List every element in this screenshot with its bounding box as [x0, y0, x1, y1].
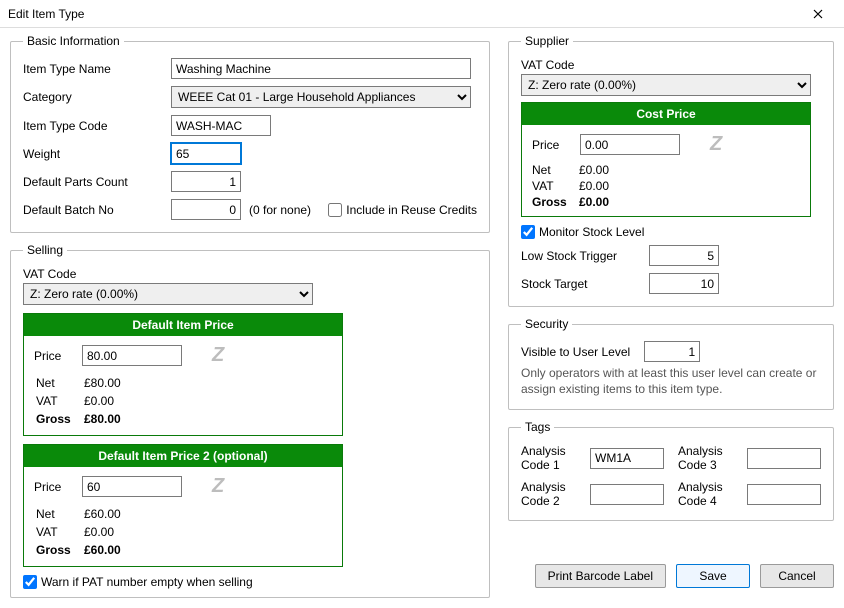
- supplier-vatcode-select[interactable]: Z: Zero rate (0.00%): [521, 74, 811, 96]
- price1-net-label: Net: [36, 375, 82, 391]
- window-title: Edit Item Type: [8, 7, 798, 21]
- cost-vat-label: VAT: [532, 178, 578, 194]
- price2-vat-label: VAT: [36, 524, 82, 540]
- cost-price-input[interactable]: [580, 134, 680, 155]
- price2-net-label: Net: [36, 506, 82, 522]
- warn-pat-label: Warn if PAT number empty when selling: [41, 575, 253, 589]
- window-close-button[interactable]: [798, 1, 838, 27]
- price2-vat-value: £0.00: [84, 524, 127, 540]
- print-barcode-label-button[interactable]: Print Barcode Label: [535, 564, 666, 588]
- stock-target-input[interactable]: [649, 273, 719, 294]
- cost-price-label: Price: [532, 138, 572, 152]
- monitor-stock-checkbox[interactable]: Monitor Stock Level: [521, 225, 821, 239]
- security-legend: Security: [521, 317, 572, 331]
- price2-price-label: Price: [34, 480, 74, 494]
- item-type-name-input[interactable]: [171, 58, 471, 79]
- cancel-button[interactable]: Cancel: [760, 564, 834, 588]
- default-item-price-panel: Default Item Price Price Z Net£80.00 VAT…: [23, 313, 343, 436]
- title-bar: Edit Item Type: [0, 0, 844, 28]
- default-parts-count-label: Default Parts Count: [23, 175, 163, 189]
- price2-net-value: £60.00: [84, 506, 127, 522]
- security-group: Security Visible to User Level Only oper…: [508, 317, 834, 410]
- cost-gross-value: £0.00: [578, 194, 610, 210]
- analysis-code-1-input[interactable]: [590, 448, 664, 469]
- price2-gross-value: £60.00: [84, 542, 127, 558]
- price2-price-input[interactable]: [82, 476, 182, 497]
- selling-vatcode-label: VAT Code: [23, 267, 76, 281]
- default-parts-count-input[interactable]: [171, 171, 241, 192]
- price1-price-label: Price: [34, 349, 74, 363]
- stock-target-label: Stock Target: [521, 277, 641, 291]
- supplier-group: Supplier VAT Code Z: Zero rate (0.00%) C…: [508, 34, 834, 307]
- price1-vat-label: VAT: [36, 393, 82, 409]
- item-type-name-label: Item Type Name: [23, 62, 163, 76]
- category-select[interactable]: WEEE Cat 01 - Large Household Appliances: [171, 86, 471, 108]
- price1-gross-label: Gross: [36, 411, 82, 427]
- price1-vat-value: £0.00: [84, 393, 127, 409]
- cost-net-label: Net: [532, 162, 578, 178]
- price1-price-input[interactable]: [82, 345, 182, 366]
- supplier-legend: Supplier: [521, 34, 573, 48]
- analysis-code-3-label: Analysis Code 3: [678, 444, 733, 472]
- include-in-reuse-credits-label: Include in Reuse Credits: [346, 203, 477, 217]
- analysis-code-2-label: Analysis Code 2: [521, 480, 576, 508]
- selling-vatcode-select[interactable]: Z: Zero rate (0.00%): [23, 283, 313, 305]
- low-stock-trigger-label: Low Stock Trigger: [521, 249, 641, 263]
- price2-gross-label: Gross: [36, 542, 82, 558]
- close-icon: [813, 6, 823, 22]
- analysis-code-4-label: Analysis Code 4: [678, 480, 733, 508]
- price1-gross-value: £80.00: [84, 411, 127, 427]
- default-item-price-2-panel: Default Item Price 2 (optional) Price Z …: [23, 444, 343, 567]
- basic-information-legend: Basic Information: [23, 34, 124, 48]
- basic-information-group: Basic Information Item Type Name Categor…: [10, 34, 490, 233]
- weight-input[interactable]: [171, 143, 241, 164]
- cost-vat-indicator: Z: [710, 133, 722, 156]
- cost-gross-label: Gross: [532, 194, 578, 210]
- default-item-price-header: Default Item Price: [24, 314, 342, 336]
- tags-group: Tags Analysis Code 1 Analysis Code 3 Ana…: [508, 420, 834, 521]
- weight-label: Weight: [23, 147, 163, 161]
- selling-group: Selling VAT Code Z: Zero rate (0.00%) De…: [10, 243, 490, 598]
- price2-vat-indicator: Z: [212, 475, 224, 498]
- cost-net-value: £0.00: [578, 162, 610, 178]
- supplier-vatcode-label: VAT Code: [521, 58, 574, 72]
- analysis-code-3-input[interactable]: [747, 448, 821, 469]
- default-batch-no-input[interactable]: [171, 199, 241, 220]
- item-type-code-label: Item Type Code: [23, 119, 163, 133]
- default-item-price-2-header: Default Item Price 2 (optional): [24, 445, 342, 467]
- cost-price-panel: Cost Price Price Z Net£0.00 VAT£0.00 Gro…: [521, 102, 811, 217]
- default-batch-no-label: Default Batch No: [23, 203, 163, 217]
- low-stock-trigger-input[interactable]: [649, 245, 719, 266]
- default-batch-hint: (0 for none): [249, 203, 311, 217]
- visible-to-user-level-input[interactable]: [644, 341, 700, 362]
- include-in-reuse-credits-checkbox[interactable]: Include in Reuse Credits: [328, 203, 477, 217]
- price1-net-value: £80.00: [84, 375, 127, 391]
- visible-to-user-level-label: Visible to User Level: [521, 345, 630, 359]
- security-help-text: Only operators with at least this user l…: [521, 366, 821, 397]
- analysis-code-2-input[interactable]: [590, 484, 664, 505]
- tags-legend: Tags: [521, 420, 554, 434]
- save-button[interactable]: Save: [676, 564, 750, 588]
- cost-price-header: Cost Price: [522, 103, 810, 125]
- analysis-code-1-label: Analysis Code 1: [521, 444, 576, 472]
- category-label: Category: [23, 90, 163, 104]
- selling-legend: Selling: [23, 243, 67, 257]
- analysis-code-4-input[interactable]: [747, 484, 821, 505]
- warn-pat-checkbox[interactable]: Warn if PAT number empty when selling: [23, 575, 477, 589]
- monitor-stock-label: Monitor Stock Level: [539, 225, 644, 239]
- item-type-code-input[interactable]: [171, 115, 271, 136]
- cost-vat-value: £0.00: [578, 178, 610, 194]
- price1-vat-indicator: Z: [212, 344, 224, 367]
